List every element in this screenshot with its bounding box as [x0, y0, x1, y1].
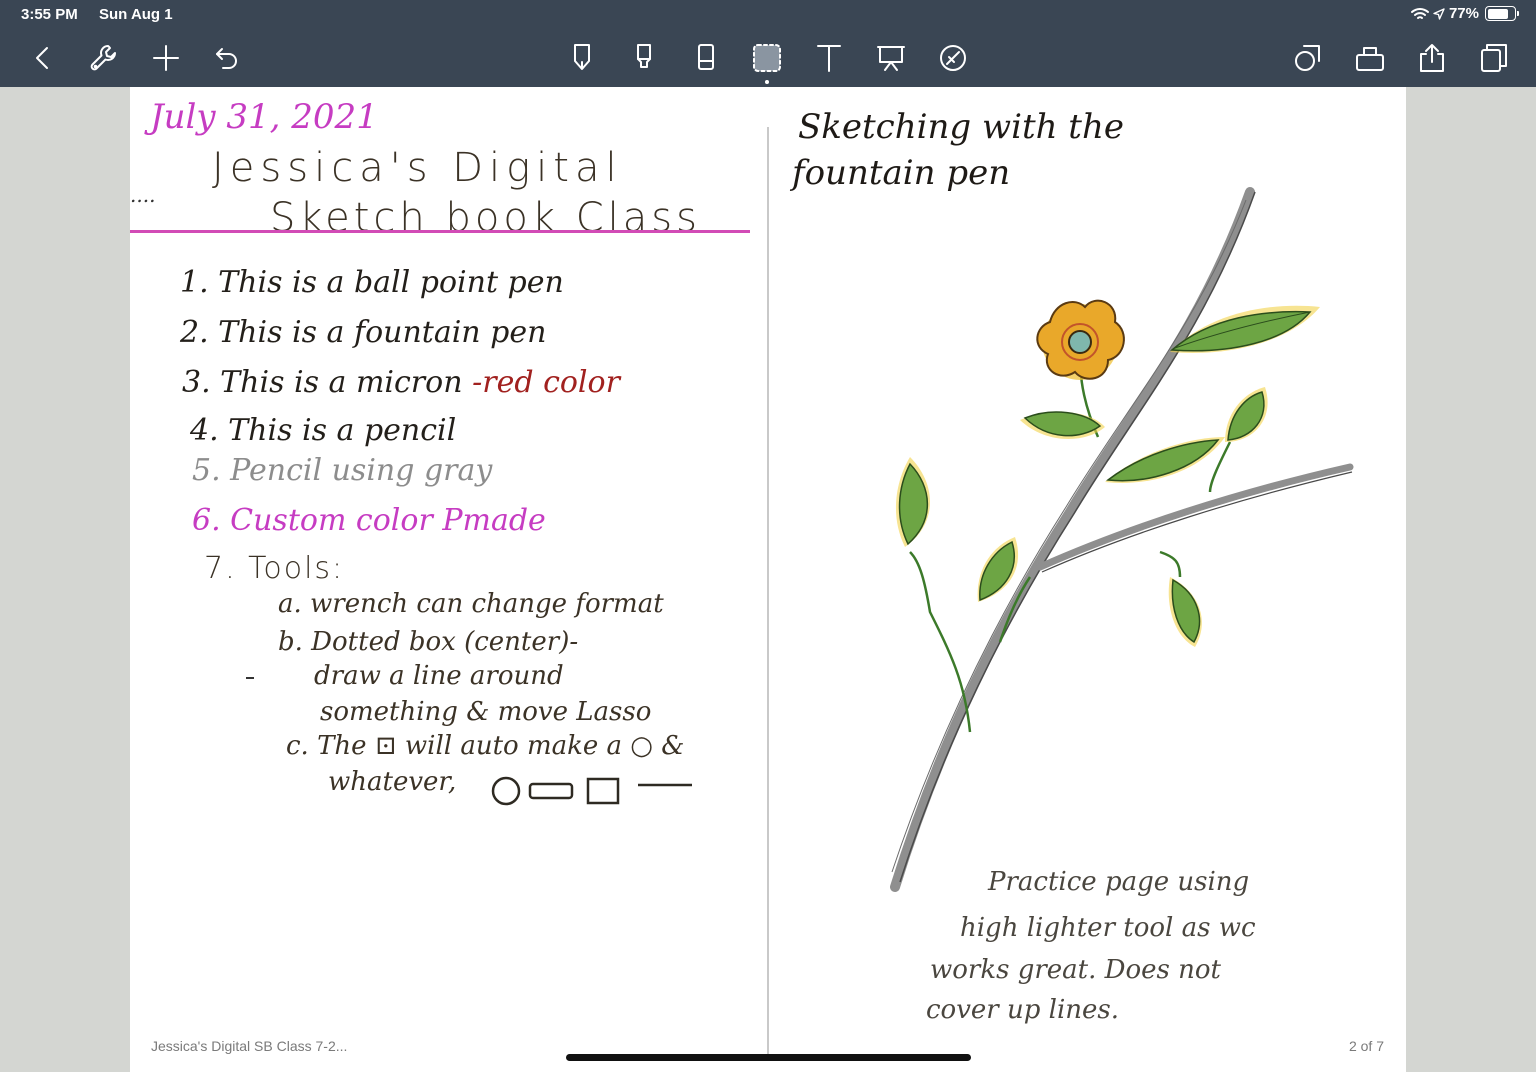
laser-pointer-icon[interactable]: [935, 40, 971, 76]
home-indicator[interactable]: [566, 1054, 971, 1061]
drawn-rectangle: [528, 782, 574, 800]
lasso-selection-icon[interactable]: [749, 40, 785, 76]
stray-mark: [246, 677, 254, 679]
leaf: [1225, 387, 1268, 442]
battery-fill: [1487, 8, 1508, 19]
ellipsis-mark: ....: [130, 183, 156, 207]
battery-icon: [1485, 6, 1519, 21]
list-item: 4. This is a pencil: [190, 413, 457, 448]
elements-icon[interactable]: [1352, 40, 1388, 76]
leaf: [1020, 411, 1105, 439]
text-tool-icon[interactable]: [811, 40, 847, 76]
highlighter-icon[interactable]: [626, 40, 662, 76]
share-icon[interactable]: [1414, 40, 1450, 76]
page-title-line1: Jessica's Digital: [212, 145, 623, 191]
page-title-line2: Sketch book Class: [270, 195, 701, 241]
sub-item: something & move Lasso: [320, 697, 652, 727]
sub-item: draw a line around: [314, 661, 564, 691]
page-count: 2 of 7: [1348, 1038, 1384, 1054]
list-item: 2. This is a fountain pen: [180, 315, 547, 350]
note-line: cover up lines.: [926, 995, 1120, 1025]
pages-icon[interactable]: [1476, 40, 1512, 76]
drawn-shapes: [491, 776, 692, 806]
undo-icon[interactable]: [209, 40, 245, 76]
status-time: 3:55 PM: [21, 6, 78, 23]
status-date: Sun Aug 1: [99, 6, 173, 23]
location-icon: [1433, 7, 1445, 20]
sketch-title-line1: Sketching with the: [798, 107, 1124, 147]
note-line: high lighter tool as wc: [960, 913, 1256, 943]
status-indicators: 77%: [1410, 5, 1519, 22]
leaf: [895, 457, 930, 547]
wrench-icon[interactable]: [86, 40, 122, 76]
sub-item: whatever,: [328, 767, 457, 797]
sub-item: a. wrench can change format: [278, 589, 664, 619]
eraser-icon[interactable]: [688, 40, 724, 76]
yellow-flower: [1036, 299, 1125, 380]
back-chevron-icon[interactable]: [24, 40, 60, 76]
note-line: Practice page using: [988, 867, 1250, 897]
fountain-pen-icon[interactable]: [564, 40, 600, 76]
app-toolbar: 3:55 PM Sun Aug 1 77%: [0, 0, 1536, 87]
battery-percent: 77%: [1448, 5, 1479, 22]
list-item-text: 3. This is a micron: [182, 365, 463, 400]
presentation-icon[interactable]: [873, 40, 909, 76]
page-divider: [767, 127, 769, 1057]
handwritten-date: July 31, 2021: [150, 97, 378, 137]
document-name: Jessica's Digital SB Class 7-2...: [151, 1038, 348, 1054]
sub-item: b. Dotted box (center)-: [278, 627, 579, 657]
note-line: works great. Does not: [930, 955, 1221, 985]
leaf: [1105, 437, 1225, 483]
list-item: 3. This is a micron -red color: [182, 365, 620, 400]
plus-icon[interactable]: [148, 40, 184, 76]
leaf: [977, 537, 1019, 602]
drawn-square: [586, 777, 620, 805]
sub-item: c. The ⊡ will auto make a ○ &: [286, 731, 685, 761]
branch-flower-sketch: [890, 187, 1354, 892]
leaf: [1168, 577, 1202, 647]
red-ink-text: -red color: [472, 365, 620, 400]
active-tool-indicator: [765, 80, 769, 84]
shapes-icon[interactable]: [1290, 40, 1326, 76]
list-item: 1. This is a ball point pen: [180, 265, 564, 300]
notebook-page-spread[interactable]: July 31, 2021 .... Jessica's Digital Ske…: [130, 87, 1406, 1072]
drawn-circle: [491, 776, 521, 806]
list-item: 7. Tools:: [204, 551, 345, 586]
list-item: 5. Pencil using gray: [192, 453, 493, 488]
title-underline: [130, 230, 750, 233]
wifi-icon: [1410, 7, 1429, 19]
list-item: 6. Custom color Pmade: [192, 503, 546, 538]
